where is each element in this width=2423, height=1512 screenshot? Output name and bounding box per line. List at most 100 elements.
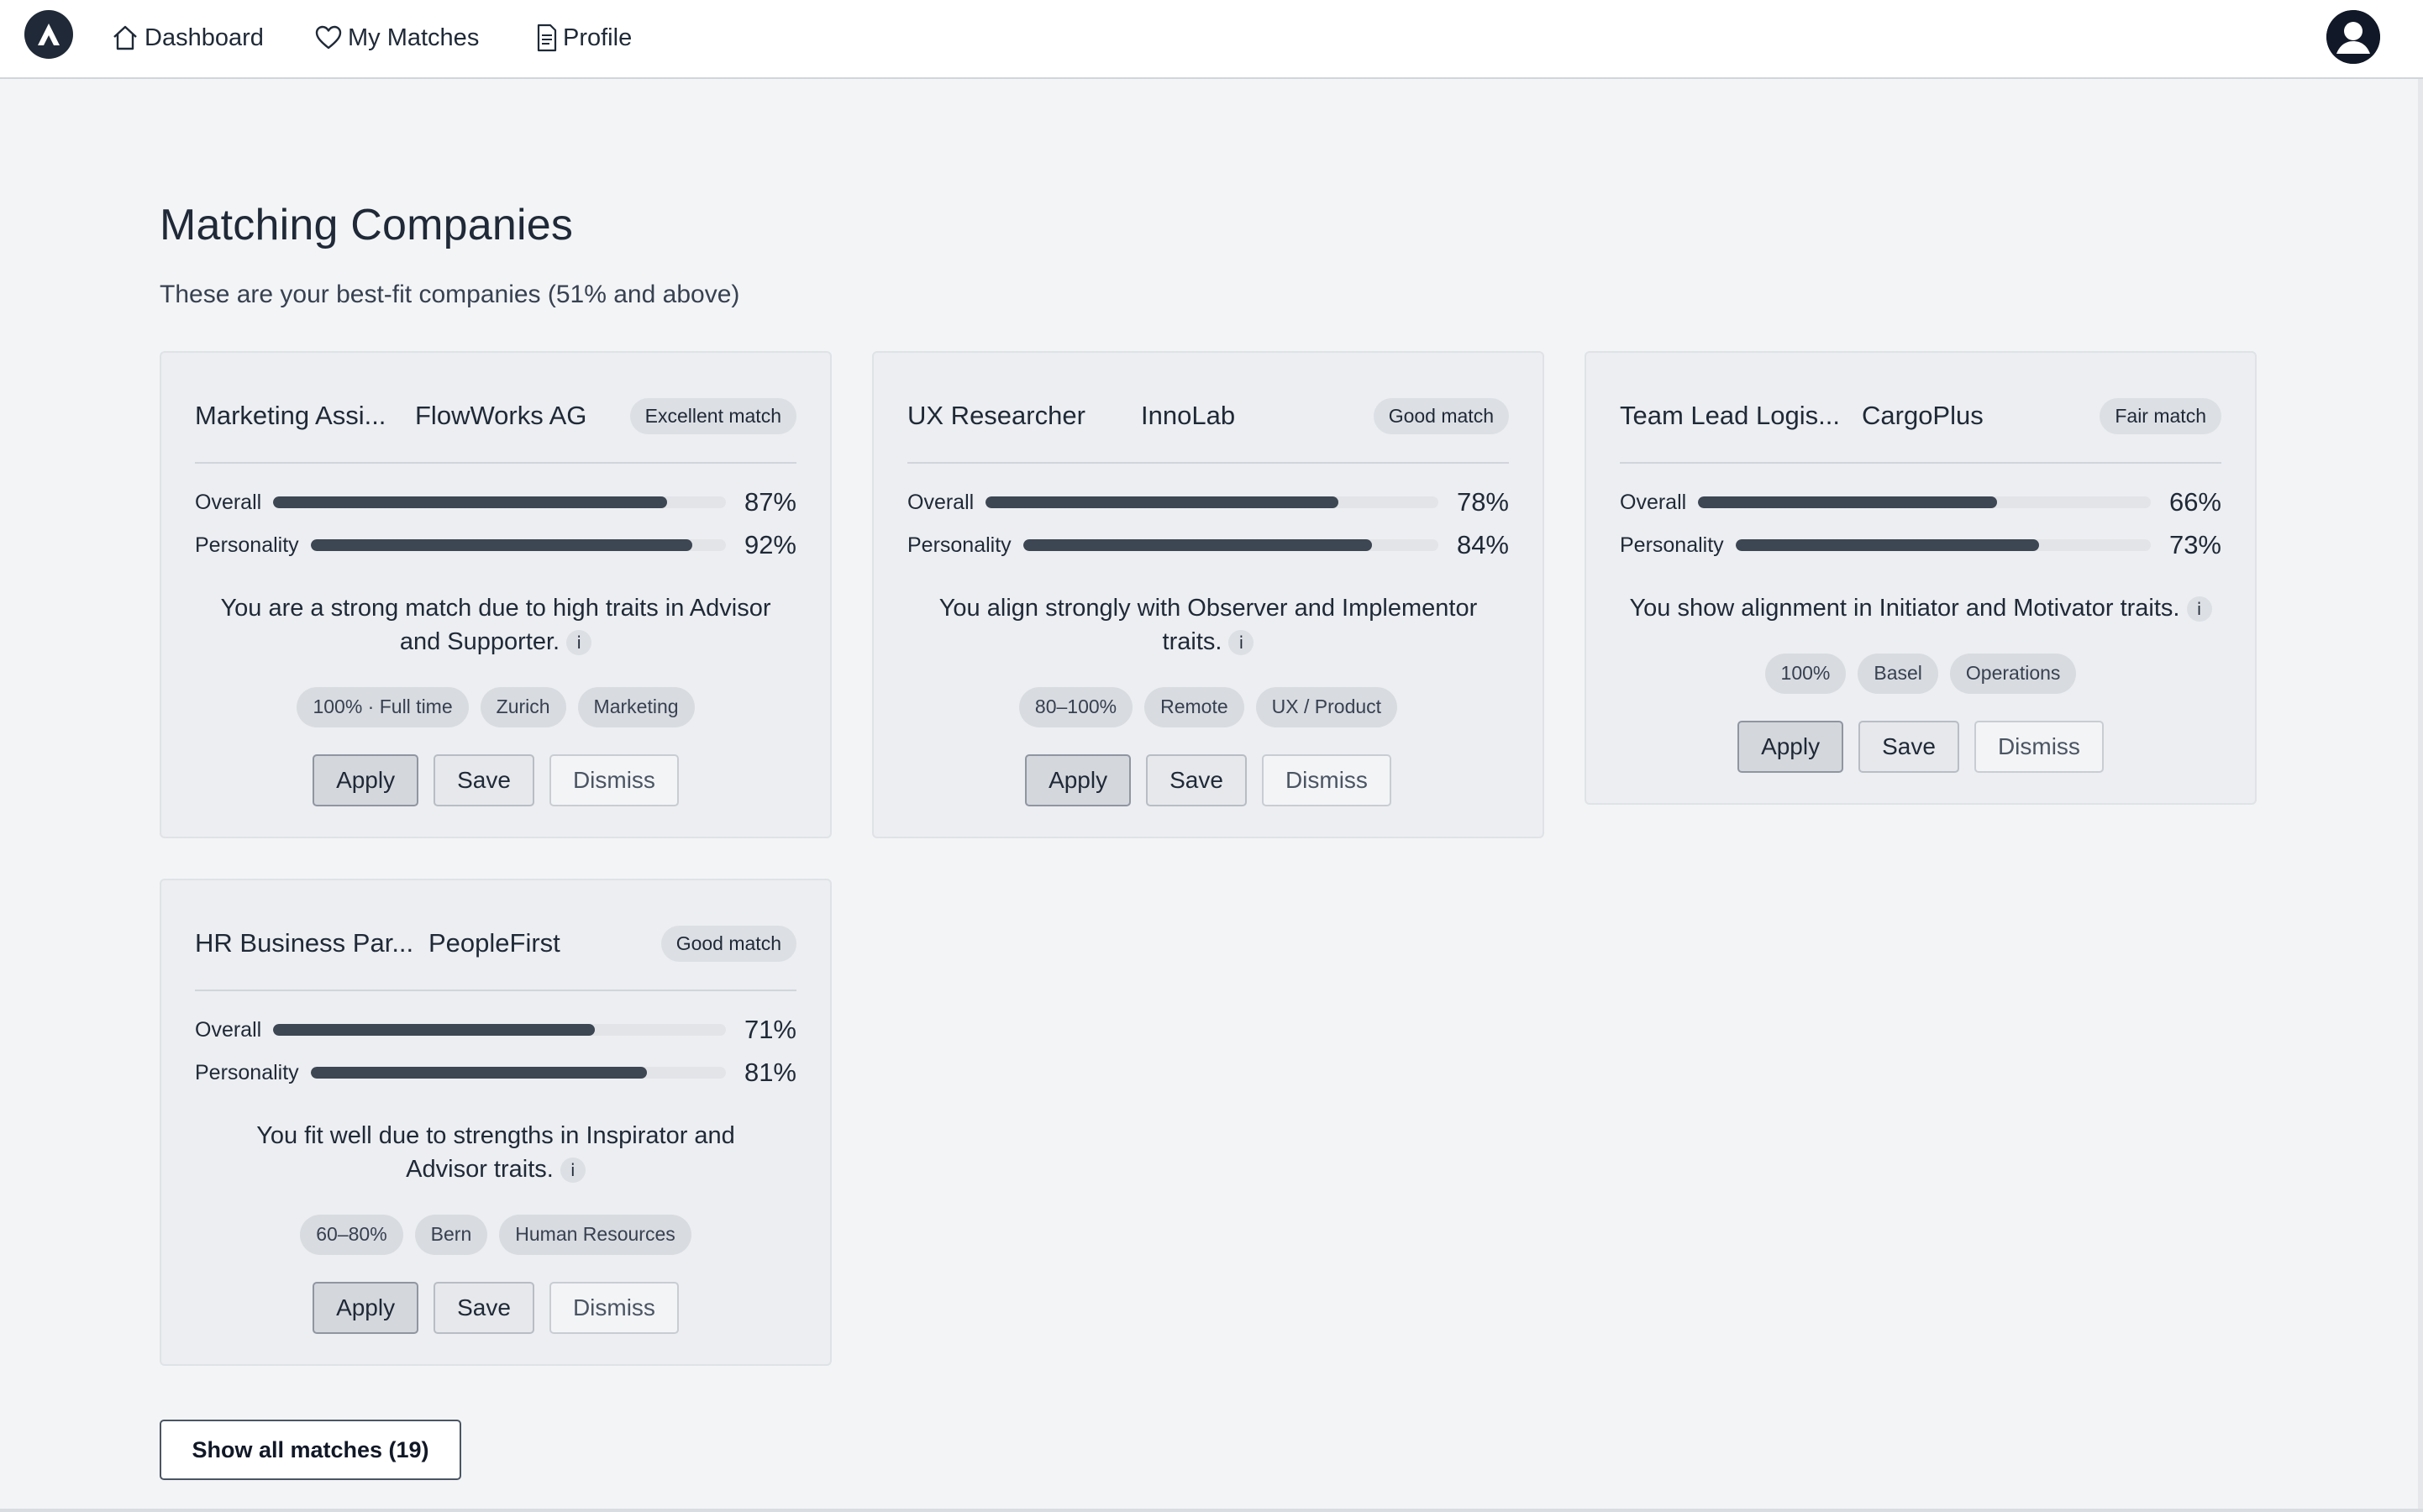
match-explanation-text: You align strongly with Observer and Imp…	[938, 595, 1478, 655]
overall-score: Overall 71%	[195, 1013, 796, 1047]
personality-score: Personality 84%	[907, 528, 1509, 562]
overall-value: 87%	[744, 487, 796, 517]
info-icon[interactable]: i	[1228, 630, 1254, 656]
job-tags: 100% · Full time Zurich Marketing	[195, 687, 796, 727]
overall-progress-fill	[273, 1024, 595, 1036]
card-actions: Apply Save Dismiss	[195, 754, 796, 806]
show-all-matches-button[interactable]: Show all matches (19)	[160, 1420, 461, 1480]
overall-progress-fill	[273, 496, 667, 508]
dismiss-button[interactable]: Dismiss	[1974, 721, 2104, 773]
overall-progress-bar	[273, 496, 726, 508]
nav-profile-label: Profile	[563, 24, 633, 51]
match-explanation: You are a strong match due to high trait…	[195, 591, 796, 659]
save-button[interactable]: Save	[1858, 721, 1959, 773]
personality-progress-bar	[1022, 539, 1438, 551]
personality-score: Personality 92%	[195, 528, 796, 562]
info-icon[interactable]: i	[560, 1158, 586, 1184]
nav-profile[interactable]: Profile	[536, 18, 632, 57]
match-level-badge: Excellent match	[629, 397, 796, 434]
personality-progress-bar	[1735, 539, 2151, 551]
tag-workload: 60–80%	[300, 1215, 403, 1255]
personality-progress-fill	[310, 539, 693, 551]
divider	[1620, 462, 2221, 464]
tag-field: Marketing	[577, 687, 695, 727]
personality-label: Personality	[1620, 533, 1724, 557]
overall-label: Overall	[1620, 490, 1687, 514]
overall-score: Overall 78%	[907, 486, 1509, 519]
divider	[195, 990, 796, 991]
match-card: Marketing Assi... FlowWorks AG Excellent…	[160, 351, 832, 838]
tag-field: Human Resources	[499, 1215, 691, 1255]
company-name: FlowWorks AG	[415, 401, 587, 430]
divider	[0, 1509, 2423, 1512]
overall-label: Overall	[195, 490, 262, 514]
personality-progress-fill	[1022, 539, 1372, 551]
nav-my-matches-label: My Matches	[348, 24, 480, 51]
company-name: PeopleFirst	[428, 928, 560, 958]
top-navigation-bar: Dashboard My Matches Profile	[0, 0, 2423, 79]
personality-value: 84%	[1456, 530, 1509, 559]
match-explanation-text: You are a strong match due to high trait…	[220, 595, 771, 655]
apply-button[interactable]: Apply	[313, 754, 419, 806]
job-tags: 100% Basel Operations	[1620, 654, 2221, 694]
page-title: Matching Companies	[160, 201, 574, 249]
match-level-badge: Good match	[660, 925, 796, 962]
job-title: UX Researcher	[907, 401, 1085, 430]
save-button[interactable]: Save	[434, 1282, 534, 1334]
match-level-badge: Good match	[1373, 397, 1509, 434]
user-avatar-icon[interactable]	[2326, 10, 2380, 64]
tag-workload: 100% · Full time	[297, 687, 469, 727]
overall-label: Overall	[907, 490, 975, 514]
company-name: CargoPlus	[1862, 401, 1984, 430]
apply-button[interactable]: Apply	[313, 1282, 419, 1334]
personality-label: Personality	[907, 533, 1012, 557]
card-header: HR Business Par... PeopleFirst Good matc…	[195, 922, 796, 964]
personality-progress-bar	[310, 1067, 726, 1079]
scrollbar[interactable]	[2418, 79, 2423, 1512]
personality-score: Personality 73%	[1620, 528, 2221, 562]
divider	[195, 462, 796, 464]
page-subtitle: These are your best-fit companies (51% a…	[160, 281, 740, 308]
nav-my-matches[interactable]: My Matches	[314, 18, 479, 57]
overall-value: 78%	[1456, 487, 1509, 517]
overall-progress-fill	[1698, 496, 1997, 508]
personality-progress-fill	[1735, 539, 2039, 551]
apply-button[interactable]: Apply	[1737, 721, 1844, 773]
heart-icon	[314, 24, 343, 52]
logo-icon[interactable]	[24, 10, 73, 59]
nav-dashboard[interactable]: Dashboard	[111, 18, 264, 57]
job-title: HR Business Par...	[195, 928, 414, 958]
personality-score: Personality 81%	[195, 1056, 796, 1089]
info-icon[interactable]: i	[2186, 596, 2212, 622]
tag-location: Basel	[1858, 654, 1938, 694]
personality-progress-fill	[310, 1067, 648, 1079]
overall-value: 66%	[2168, 487, 2221, 517]
card-actions: Apply Save Dismiss	[195, 1282, 796, 1334]
tag-field: UX / Product	[1255, 687, 1398, 727]
dismiss-button[interactable]: Dismiss	[1261, 754, 1391, 806]
dismiss-button[interactable]: Dismiss	[549, 1282, 679, 1334]
company-name: InnoLab	[1141, 401, 1236, 430]
nav-dashboard-label: Dashboard	[145, 24, 264, 51]
job-title: Team Lead Logis...	[1620, 401, 1840, 430]
save-button[interactable]: Save	[434, 754, 534, 806]
tag-location: Zurich	[480, 687, 566, 727]
tag-location: Remote	[1144, 687, 1244, 727]
save-button[interactable]: Save	[1146, 754, 1247, 806]
overall-label: Overall	[195, 1017, 262, 1042]
overall-progress-bar	[985, 496, 1438, 508]
match-explanation: You align strongly with Observer and Imp…	[907, 591, 1509, 659]
personality-value: 73%	[2168, 530, 2221, 559]
apply-button[interactable]: Apply	[1025, 754, 1132, 806]
overall-progress-fill	[985, 496, 1339, 508]
job-title: Marketing Assi...	[195, 401, 386, 430]
match-explanation: You show alignment in Initiator and Moti…	[1620, 591, 2221, 625]
info-icon[interactable]: i	[566, 630, 592, 656]
job-tags: 80–100% Remote UX / Product	[907, 687, 1509, 727]
match-explanation-text: You show alignment in Initiator and Moti…	[1629, 595, 2180, 622]
match-level-badge: Fair match	[2100, 397, 2221, 434]
overall-score: Overall 66%	[1620, 486, 2221, 519]
dismiss-button[interactable]: Dismiss	[549, 754, 679, 806]
overall-score: Overall 87%	[195, 486, 796, 519]
overall-value: 71%	[744, 1015, 796, 1044]
